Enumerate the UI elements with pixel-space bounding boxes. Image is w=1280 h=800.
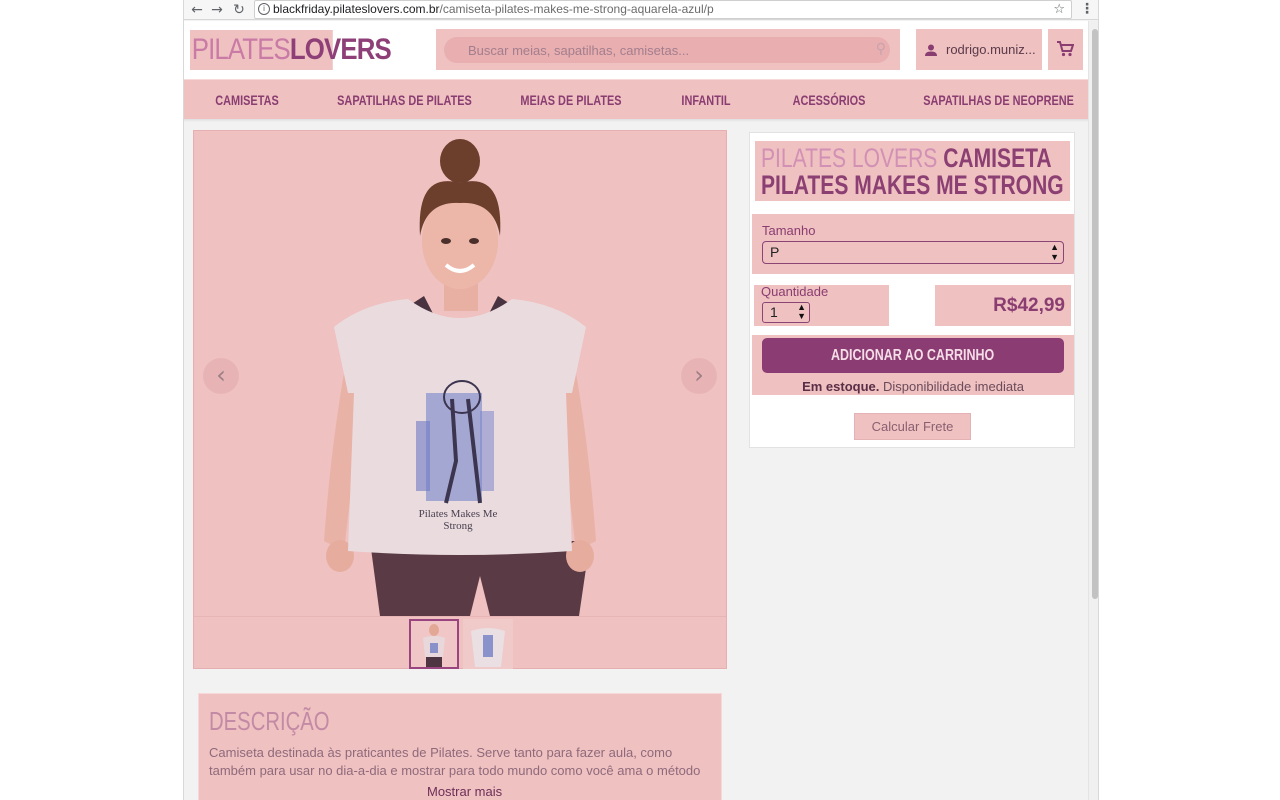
- shirt-print-text: Pilates Makes Me: [419, 508, 498, 520]
- chevron-left-icon: ‹: [216, 361, 226, 389]
- calculate-freight-button[interactable]: Calcular Frete: [854, 413, 971, 440]
- nav-item-camisetas[interactable]: CAMISETAS: [212, 80, 282, 120]
- quantity-stepper[interactable]: 1 ▲ ▼: [762, 302, 810, 323]
- nav-item-sapatilhas-de-pilates[interactable]: SAPATILHAS DE PILATES: [337, 80, 472, 120]
- gallery-prev-arrow[interactable]: ‹: [203, 358, 239, 394]
- site-header: PILATESLOVERS ⚲ rodrigo.muniz...: [184, 21, 1088, 79]
- stock-status-text: Disponibilidade imediata: [883, 379, 1024, 394]
- user-account-button[interactable]: rodrigo.muniz...: [916, 29, 1042, 70]
- product-title: PILATES LOVERS CAMISETA PILATES MAKES ME…: [755, 141, 1070, 201]
- nav-item-acessorios[interactable]: ACESSÓRIOS: [786, 80, 872, 120]
- chevron-right-icon: ›: [694, 361, 704, 389]
- show-more-link[interactable]: Mostrar mais: [423, 784, 507, 799]
- scrollbar-thumb[interactable]: [1092, 29, 1098, 599]
- browser-toolbar: ← → ↻ i blackfriday.pilateslovers.com.br…: [184, 0, 1098, 20]
- star-icon[interactable]: ☆: [1053, 1, 1065, 18]
- stock-status: Em estoque. Disponibilidade imediata: [752, 379, 1074, 394]
- product-gallery: Pilates Makes Me Strong ‹ ›: [193, 130, 727, 669]
- search-icon[interactable]: ⚲: [876, 41, 886, 57]
- size-value: P: [770, 244, 780, 260]
- search-bar: ⚲: [436, 29, 900, 70]
- reload-icon[interactable]: ↻: [230, 1, 248, 19]
- screen: ← → ↻ i blackfriday.pilateslovers.com.br…: [0, 0, 1280, 800]
- user-icon: [925, 44, 937, 56]
- description-text: Camiseta destinada às praticantes de Pil…: [209, 745, 701, 778]
- info-icon[interactable]: i: [258, 3, 270, 15]
- stepper-arrows-icon: ▲ ▼: [797, 302, 806, 321]
- size-section: Tamanho P ▲ ▼: [752, 214, 1074, 274]
- kebab-menu-icon[interactable]: ⋮: [1080, 1, 1094, 17]
- search-input[interactable]: [444, 37, 890, 63]
- nav-item-infantil[interactable]: INFANTIL: [672, 80, 741, 120]
- url-path: /camiseta-pilates-makes-me-strong-aquare…: [439, 2, 714, 16]
- cart-button[interactable]: [1048, 29, 1083, 70]
- nav-item-meias-de-pilates[interactable]: MEIAS DE PILATES: [520, 80, 621, 120]
- thumbnail-strip: [194, 616, 726, 669]
- gallery-next-arrow[interactable]: ›: [681, 358, 717, 394]
- thumbnail-2-image: [463, 619, 513, 669]
- thumbnail-1[interactable]: [409, 619, 459, 669]
- page-scrollbar[interactable]: [1088, 21, 1098, 800]
- quantity-value: 1: [770, 304, 778, 320]
- description-section: DESCRIÇÃO Camiseta destinada às pratican…: [198, 693, 722, 800]
- quantity-label: Quantidade: [761, 284, 829, 299]
- nav-item-sapatilhas-de-neoprene[interactable]: SAPATILHAS DE NEOPRENE: [923, 80, 1074, 120]
- size-select[interactable]: P ▲ ▼: [762, 241, 1064, 264]
- product-price: R$42,99: [935, 285, 1071, 326]
- nav-shadow: [184, 119, 1088, 122]
- url-host: blackfriday.pilateslovers.com.br: [273, 2, 440, 16]
- logo-part1: PILATES: [191, 33, 291, 66]
- thumbnail-2[interactable]: [463, 619, 513, 669]
- add-to-cart-label: ADICIONAR AO CARRINHO: [831, 347, 995, 364]
- stock-status-bold: Em estoque.: [802, 379, 880, 394]
- select-arrows-icon: ▲ ▼: [1050, 242, 1059, 262]
- quantity-section: Quantidade 1 ▲ ▼: [754, 284, 889, 326]
- model-photo: Pilates Makes Me Strong: [324, 139, 596, 616]
- product-main-image[interactable]: Pilates Makes Me Strong ‹ ›: [194, 131, 726, 616]
- product-panel: PILATES LOVERS CAMISETA PILATES MAKES ME…: [749, 132, 1075, 448]
- logo-part2: LOVERS: [289, 33, 392, 66]
- back-icon[interactable]: ←: [188, 1, 206, 19]
- thumbnail-1-image: [411, 621, 457, 667]
- address-bar[interactable]: i blackfriday.pilateslovers.com.br/camis…: [254, 0, 1072, 19]
- forward-icon[interactable]: →: [208, 1, 226, 19]
- cart-icon: [1057, 41, 1074, 57]
- user-name: rodrigo.muniz...: [946, 42, 1036, 57]
- browser-window: ← → ↻ i blackfriday.pilateslovers.com.br…: [183, 0, 1099, 800]
- add-to-cart-section: ADICIONAR AO CARRINHO Em estoque. Dispon…: [752, 335, 1074, 395]
- product-brand: PILATES LOVERS: [761, 143, 938, 173]
- site-logo[interactable]: PILATESLOVERS: [190, 30, 392, 70]
- svg-text:Strong: Strong: [443, 520, 473, 532]
- category-nav: CAMISETAS SAPATILHAS DE PILATES MEIAS DE…: [184, 79, 1088, 119]
- page: PILATESLOVERS ⚲ rodrigo.muniz... CAMISET…: [184, 21, 1088, 800]
- size-label: Tamanho: [762, 223, 816, 238]
- description-heading: DESCRIÇÃO: [209, 706, 330, 736]
- add-to-cart-button[interactable]: ADICIONAR AO CARRINHO: [762, 338, 1064, 373]
